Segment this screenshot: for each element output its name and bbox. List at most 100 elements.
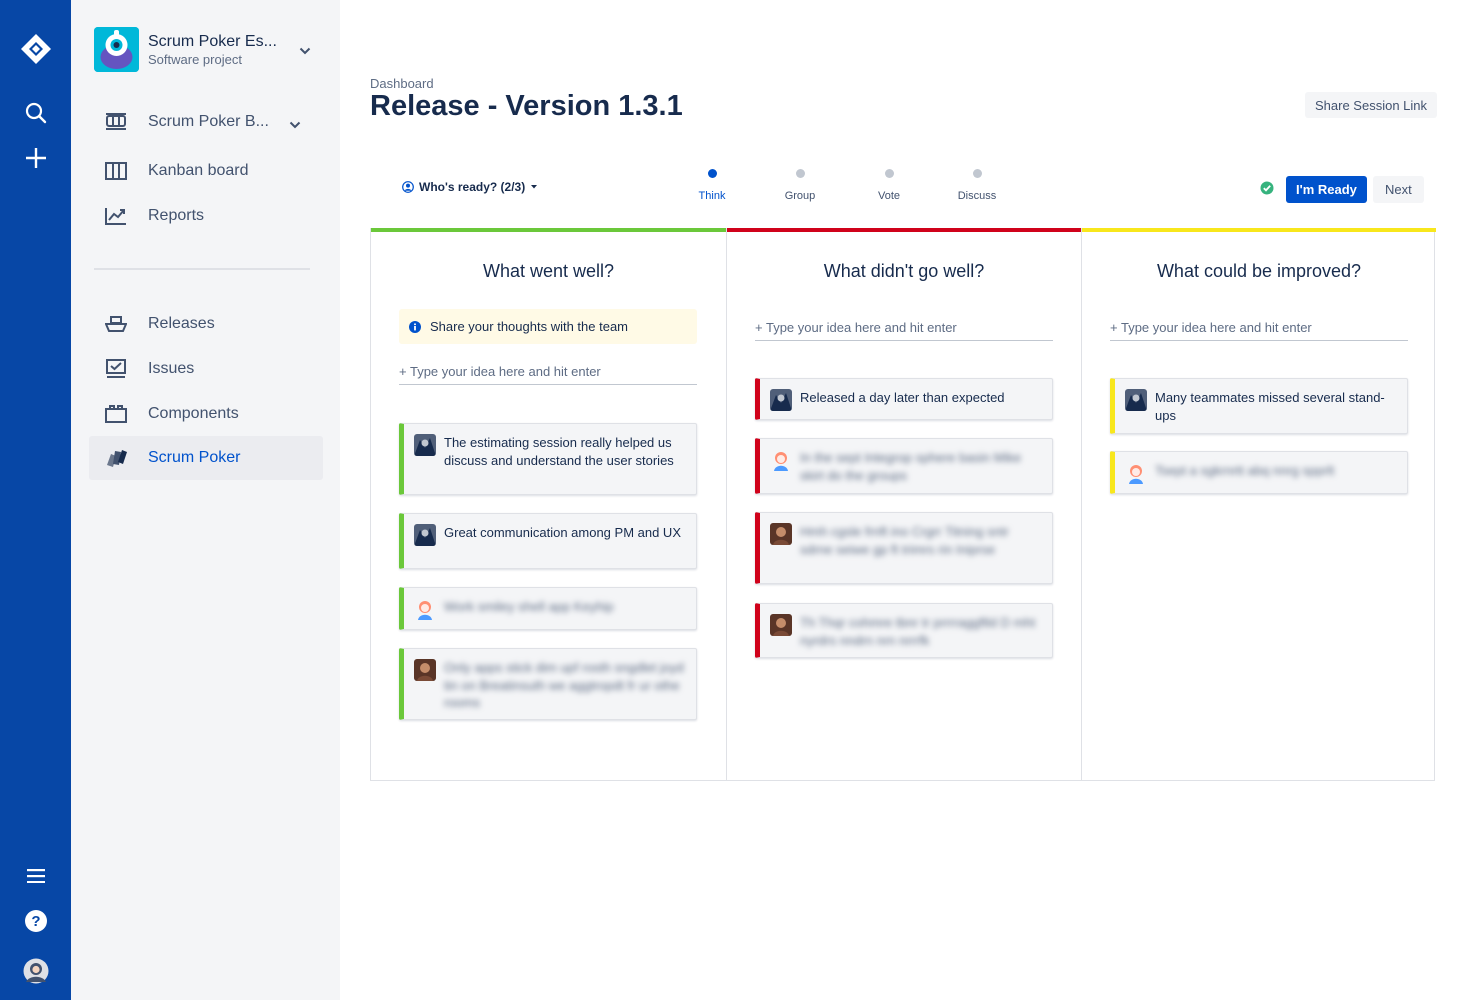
reports-chart-icon	[104, 205, 128, 227]
column-title: What didn't go well?	[823, 261, 985, 281]
info-text: Share your thoughts with the team	[430, 319, 629, 334]
idea-card-text: Th Thqr cohmre tbnr tr prrrraggftld D mh…	[800, 615, 1036, 648]
step-dot	[707, 169, 717, 178]
chevron-down-icon[interactable]	[289, 116, 301, 134]
step-dot	[884, 169, 894, 178]
idea-card[interactable]: In the sept Integrop sphere basin Mike s…	[755, 438, 1053, 494]
user-avatar	[414, 524, 436, 546]
user-avatar[interactable]	[0, 957, 71, 985]
poker-cards-icon	[104, 447, 128, 469]
idea-input[interactable]: + Type your idea here and hit enter	[1110, 314, 1408, 341]
sidebar-item-label: Reports	[148, 207, 205, 224]
help-icon[interactable]: ?	[0, 908, 71, 934]
idea-card-text: Great communication among PM and UX	[444, 525, 681, 540]
sidebar-item-label: Kanban board	[148, 162, 249, 179]
user-avatar	[1125, 462, 1147, 484]
user-avatar	[770, 449, 792, 471]
sidebar-item-releases[interactable]: Releases	[89, 302, 323, 346]
idea-card-text: The estimating session really helped us …	[444, 435, 674, 468]
column-color-bar	[1082, 228, 1436, 232]
step-label: Group	[784, 190, 816, 202]
components-icon	[104, 403, 128, 425]
idea-card-text: Hmh cgsle frnft ino Crgrr Titning sntr s…	[800, 524, 1009, 557]
sidebar-divider	[94, 268, 310, 270]
step-label: Think	[698, 190, 726, 202]
sidebar-item-scrum-poker[interactable]: Scrum Poker	[89, 436, 323, 480]
user-avatar	[770, 614, 792, 636]
idea-card[interactable]: Only apps stick dim upf rosth sngdlet jo…	[399, 648, 697, 720]
project-name[interactable]: Scrum Poker Es...	[148, 33, 277, 51]
idea-card[interactable]: Great communication among PM and UX	[399, 513, 697, 569]
sidebar-item-kanban-board[interactable]: Kanban board	[89, 149, 323, 193]
idea-card-text: Tsept a sgkrnrtt abq nnrg spprlt	[1155, 463, 1335, 478]
step-dot	[795, 169, 805, 178]
project-sidebar: Scrum Poker Es... Software project Scrum…	[71, 0, 340, 1000]
info-icon	[409, 320, 421, 333]
search-icon[interactable]	[0, 100, 71, 126]
kanban-icon	[104, 160, 128, 182]
page-title: Release - Version 1.3.1	[370, 90, 683, 122]
idea-input[interactable]: + Type your idea here and hit enter	[399, 358, 697, 385]
column-color-bar	[727, 228, 1081, 232]
sidebar-item-label: Scrum Poker B...	[148, 113, 269, 130]
idea-card[interactable]: Work smiley shell app Keyhip	[399, 587, 697, 630]
share-session-link-button[interactable]: Share Session Link	[1305, 92, 1438, 118]
sidebar-item-reports[interactable]: Reports	[89, 194, 323, 238]
column-didnt-go-well: What didn't go well? + Type your idea he…	[726, 228, 1081, 781]
breadcrumb[interactable]: Dashboard	[370, 76, 434, 91]
sidebar-item-label: Issues	[148, 360, 195, 377]
svg-text:?: ?	[31, 913, 40, 930]
sidebar-item-label: Scrum Poker	[148, 449, 241, 466]
user-avatar	[414, 659, 436, 681]
user-avatar	[414, 598, 436, 620]
idea-card[interactable]: Hmh cgsle frnft ino Crgrr Titning sntr s…	[755, 512, 1053, 584]
project-type: Software project	[148, 52, 242, 67]
board-icon	[104, 111, 128, 133]
user-avatar	[770, 523, 792, 545]
issues-icon	[104, 358, 128, 380]
column-title: What went well?	[482, 261, 615, 281]
ready-check-icon	[1260, 181, 1274, 200]
step-dot	[972, 169, 982, 178]
idea-card-text: Released a day later than expected	[800, 390, 1005, 405]
idea-card[interactable]: Th Thqr cohmre tbnr tr prrrraggftld D mh…	[755, 603, 1053, 658]
chevron-down-icon[interactable]	[299, 42, 311, 60]
column-went-well: What went well? Share your thoughts with…	[371, 228, 726, 781]
sidebar-item-issues[interactable]: Issues	[89, 347, 323, 391]
step-label: Discuss	[957, 190, 997, 202]
next-button[interactable]: Next	[1373, 176, 1424, 203]
idea-card[interactable]: Released a day later than expected	[755, 378, 1053, 420]
idea-card[interactable]: Tsept a sgkrnrtt abq nnrg spprlt	[1110, 451, 1408, 494]
idea-input[interactable]: + Type your idea here and hit enter	[755, 314, 1053, 341]
jira-logo-icon[interactable]	[0, 30, 71, 68]
idea-card[interactable]: Many teammates missed several stand-ups	[1110, 378, 1408, 434]
idea-card-text: Only apps stick dim upf rosth sngdlet jo…	[444, 660, 684, 710]
step-think[interactable]: Think	[677, 169, 747, 202]
sidebar-item-scrum-poker-board[interactable]: Scrum Poker B...	[89, 100, 323, 144]
ship-icon	[104, 313, 128, 335]
user-avatar	[414, 434, 436, 456]
whos-ready-label: Who's ready? (2/3)	[419, 180, 526, 194]
step-vote[interactable]: Vote	[854, 169, 924, 202]
create-plus-icon[interactable]	[0, 145, 71, 171]
step-group[interactable]: Group	[765, 169, 835, 202]
menu-icon[interactable]	[0, 865, 71, 887]
caret-down-icon	[531, 185, 538, 189]
idea-card-text: Work smiley shell app Keyhip	[444, 599, 614, 614]
im-ready-button[interactable]: I'm Ready	[1286, 176, 1367, 203]
whos-ready-dropdown[interactable]: Who's ready? (2/3)	[402, 180, 538, 194]
idea-card-text: In the sept Integrop sphere basin Mike s…	[800, 450, 1022, 483]
column-color-bar	[371, 228, 726, 232]
idea-card-text: Many teammates missed several stand-ups	[1155, 390, 1385, 423]
idea-card[interactable]: The estimating session really helped us …	[399, 423, 697, 495]
project-avatar[interactable]	[94, 27, 139, 72]
retro-board: What went well? Share your thoughts with…	[370, 228, 1436, 781]
sidebar-item-components[interactable]: Components	[89, 392, 323, 436]
sidebar-item-label: Releases	[148, 315, 215, 332]
global-nav: ?	[0, 0, 71, 1000]
sidebar-item-label: Components	[148, 405, 239, 422]
info-banner: Share your thoughts with the team	[399, 309, 697, 344]
column-title: What could be improved?	[1156, 261, 1362, 281]
user-avatar	[1125, 389, 1147, 411]
step-discuss[interactable]: Discuss	[942, 169, 1012, 202]
